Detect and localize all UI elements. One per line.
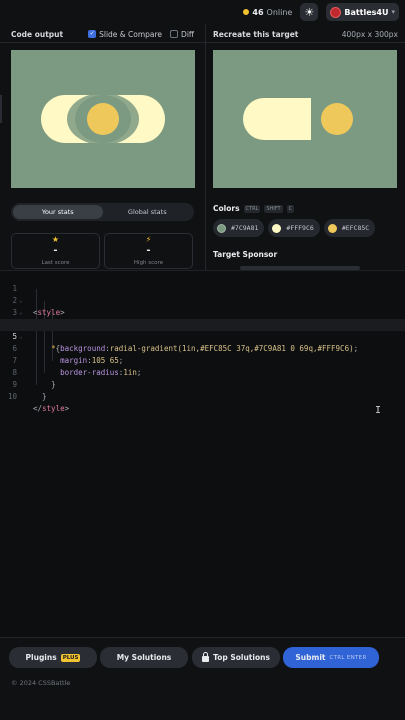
online-label: Online — [266, 7, 293, 17]
online-dot-icon — [243, 9, 250, 15]
checkbox-checked-icon: ✓ — [88, 30, 97, 38]
color-swatch — [217, 223, 226, 233]
checkbox-icon — [170, 30, 179, 38]
code-line: 2 ⌄ *{ — [0, 283, 405, 329]
top-solutions-button[interactable]: Top Solutions — [192, 647, 280, 668]
kbd-ctrl: CTRL — [243, 204, 261, 213]
top-solutions-label: Top Solutions — [213, 653, 270, 662]
code-line: 8 } — [0, 355, 405, 389]
tab-global-stats[interactable]: Global stats — [103, 205, 193, 219]
code-editor[interactable]: 1 ⌄ <style> 2 ⌄ *{ 3 background:#7C9A81;… — [0, 270, 405, 637]
lock-icon — [202, 652, 210, 662]
top-bar: 46 Online ☀ Battles4U ▾ — [0, 0, 405, 24]
plugins-label: Plugins — [25, 653, 57, 662]
high-score-value: - — [146, 245, 151, 256]
chevron-down-icon: ▾ — [391, 8, 395, 16]
color-chip[interactable]: #FFF9C6 — [268, 219, 320, 237]
panel-divider[interactable] — [205, 24, 206, 270]
last-score-value: - — [53, 245, 58, 256]
submit-shortcut: CTRL ENTER — [329, 654, 367, 661]
color-chip[interactable]: #7C9A81 — [213, 219, 265, 237]
copyright: © 2024 CSSBattle — [11, 679, 71, 687]
diff-toggle[interactable]: Diff — [170, 30, 194, 39]
color-swatch — [272, 223, 282, 233]
kbd-shift: SHIFT — [264, 204, 283, 213]
code-line: 3 background:#7C9A81; — [0, 295, 405, 329]
code-line: 6 margin:105 65; — [0, 331, 405, 365]
color-hex: #FFF9C6 — [286, 224, 314, 232]
last-score-card: ★ - Last score — [11, 233, 100, 269]
username: Battles4U — [344, 7, 389, 17]
output-panel-header: Code output ✓ Slide & Compare Diff — [11, 27, 201, 41]
text-cursor-icon: I — [375, 405, 382, 416]
color-chip[interactable]: #EFC85C — [323, 219, 376, 237]
submit-label: Submit — [295, 653, 326, 662]
plus-badge: PLUS — [60, 653, 81, 662]
slide-compare-toggle[interactable]: ✓ Slide & Compare — [88, 30, 162, 39]
target-render — [243, 90, 381, 148]
lightning-icon: ⚡ — [145, 235, 152, 244]
code-line: 4 ⌄ *{ — [0, 307, 405, 353]
output-canvas[interactable] — [11, 50, 195, 188]
colors-header: Colors CTRL SHIFT C — [213, 204, 295, 213]
online-indicator: 46 Online — [243, 8, 292, 17]
target-title: Recreate this target — [213, 29, 299, 39]
last-score-label: Last score — [41, 260, 70, 266]
color-swatch — [327, 223, 337, 233]
target-dimensions: 400px x 300px — [341, 29, 398, 39]
color-hex: #EFC85C — [341, 224, 370, 232]
star-icon: ★ — [51, 235, 60, 244]
kbd-c: C — [286, 204, 295, 213]
submit-button[interactable]: Submit CTRL ENTER — [283, 647, 379, 668]
target-canvas — [213, 50, 397, 188]
sponsor-title: Target Sponsor — [213, 250, 278, 259]
side-handle — [0, 95, 2, 123]
stats-tabs: Your stats Global stats — [11, 203, 194, 221]
diff-label: Diff — [181, 29, 195, 39]
output-title: Code output — [11, 29, 64, 39]
code-line: 9 } — [0, 367, 405, 401]
line-number: 10 — [7, 392, 17, 401]
target-panel-header: Recreate this target 400px x 300px — [213, 27, 398, 41]
code-text: </style> — [33, 404, 70, 413]
my-solutions-button[interactable]: My Solutions — [100, 647, 188, 668]
high-score-card: ⚡ - High score — [104, 233, 193, 269]
user-menu-button[interactable]: Battles4U ▾ — [326, 3, 399, 21]
color-hex: #7C9A81 — [231, 224, 259, 232]
my-solutions-label: My Solutions — [116, 653, 172, 662]
code-line: 7 border-radius:1in; — [0, 343, 405, 377]
action-bar: Plugins PLUS My Solutions Top Solutions … — [0, 637, 405, 720]
header-divider — [0, 42, 405, 43]
plugins-button[interactable]: Plugins PLUS — [9, 647, 97, 668]
code-text: } — [42, 392, 47, 401]
code-line: 1 ⌄ <style> — [0, 271, 405, 317]
high-score-label: High score — [133, 260, 164, 266]
slide-compare-label: Slide & Compare — [99, 29, 163, 39]
online-count: 46 — [252, 7, 264, 17]
avatar — [330, 6, 342, 18]
theme-toggle-button[interactable]: ☀ — [300, 3, 319, 21]
code-line: 10 </style> — [0, 379, 405, 413]
tab-your-stats[interactable]: Your stats — [13, 205, 103, 219]
output-render — [41, 93, 165, 145]
colors-title: Colors — [213, 204, 240, 213]
color-chips: #7C9A81 #FFF9C6 #EFC85C — [213, 219, 376, 237]
code-line-active: 5 background:radial-gradient(1in,#EFC85C… — [0, 319, 405, 353]
sun-icon: ☀ — [304, 5, 315, 19]
